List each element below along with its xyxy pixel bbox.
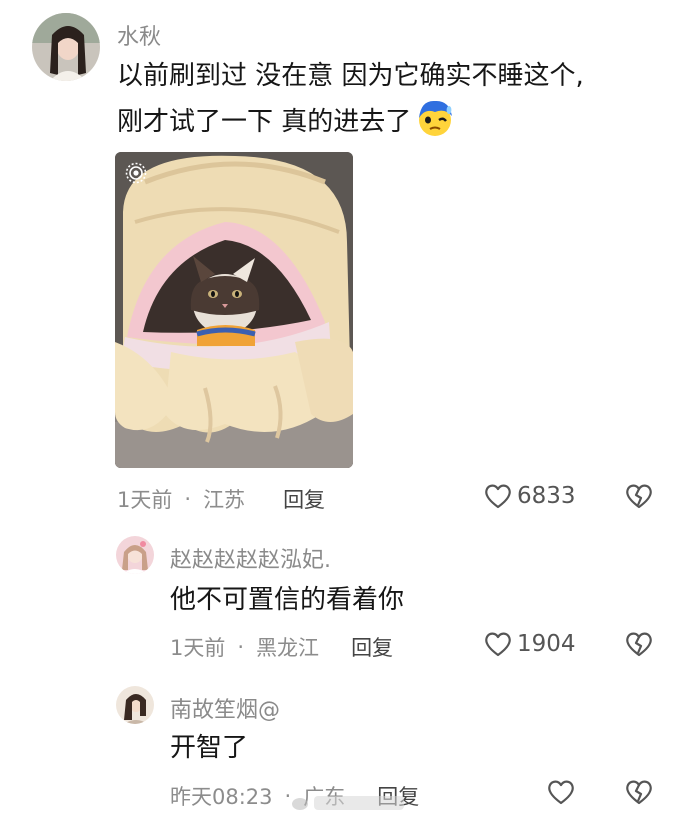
heart-outline-icon	[485, 632, 511, 657]
comment-text: 他不可置信的看着你	[170, 585, 405, 615]
heart-outline-icon	[548, 780, 574, 805]
like-count: 6833	[517, 483, 576, 509]
comment-username[interactable]: 南故笙烟@	[170, 692, 280, 724]
watermark-logo	[292, 796, 404, 810]
comment-username[interactable]: 赵赵赵赵赵泓妃.	[170, 542, 331, 574]
comment-username[interactable]: 水秋	[117, 19, 161, 51]
comment-time: 1天前	[170, 636, 226, 660]
comment-text-line: 刚才试了一下 真的进去了	[117, 107, 412, 137]
broken-heart-icon[interactable]	[624, 777, 654, 807]
meta-separator: ·	[184, 487, 192, 511]
cat-in-bed-photo	[115, 152, 353, 468]
avatar[interactable]	[116, 686, 154, 724]
comment-location: 黑龙江	[256, 636, 320, 660]
live-photo-icon	[125, 162, 147, 184]
comment-text: 以前刷到过 没在意 因为它确实不睡这个,	[117, 54, 584, 98]
comment-text-line: 以前刷到过 没在意 因为它确实不睡这个,	[117, 61, 584, 91]
comment-photo[interactable]	[115, 152, 353, 468]
broken-heart-icon[interactable]	[624, 481, 654, 511]
avatar[interactable]	[32, 13, 100, 81]
reply-button[interactable]: 回复	[351, 632, 393, 662]
watermark	[290, 790, 410, 814]
comment-text: 开智了	[170, 733, 249, 763]
heart-outline-icon	[485, 484, 511, 509]
flustered-face-emoji	[415, 98, 455, 138]
reply-button[interactable]: 回复	[283, 484, 325, 514]
meta-separator: ·	[237, 635, 245, 659]
avatar[interactable]	[116, 536, 154, 574]
like-button[interactable]	[546, 777, 580, 807]
comment-text: 刚才试了一下 真的进去了	[117, 98, 455, 144]
comment-time: 昨天08:23	[170, 785, 273, 809]
comment-meta: 1天前 · 黑龙江 回复	[170, 632, 393, 662]
broken-heart-icon[interactable]	[624, 629, 654, 659]
comment-meta: 1天前 · 江苏 回复	[117, 484, 325, 514]
comment-location: 江苏	[203, 488, 246, 512]
like-button[interactable]: 1904	[483, 629, 576, 659]
like-button[interactable]: 6833	[483, 481, 576, 511]
comment-time: 1天前	[117, 488, 173, 512]
like-count: 1904	[517, 631, 576, 657]
